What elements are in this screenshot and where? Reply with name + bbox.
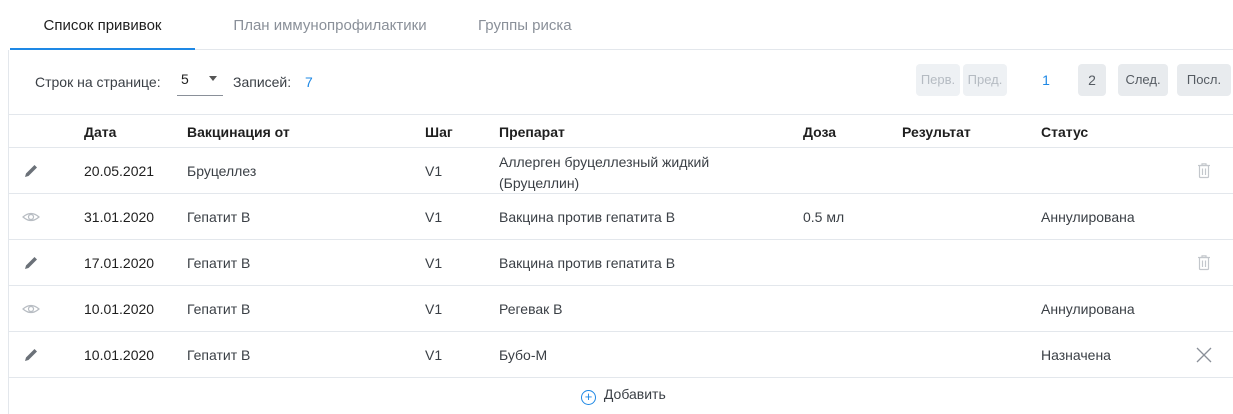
column-header-date[interactable]: Дата xyxy=(84,124,116,140)
table-toolbar: Строк на странице: 5 Записей: 7 Перв. Пр… xyxy=(9,50,1233,114)
next-page-button[interactable]: След. xyxy=(1118,64,1168,96)
cell-vaccination: Гепатит В xyxy=(187,255,251,271)
tab-bar: Список прививок План иммунопрофилактики … xyxy=(10,0,1233,50)
table-row[interactable]: 20.05.2021 Бруцеллез V1 Аллерген бруцелл… xyxy=(9,148,1233,194)
rows-per-page-value: 5 xyxy=(181,71,189,87)
tab-vaccination-list[interactable]: Список прививок xyxy=(10,0,195,50)
table-row[interactable]: 10.01.2020 Гепатит В V1 Регевак В Аннули… xyxy=(9,286,1233,332)
table-row[interactable]: 10.01.2020 Гепатит В V1 Бубо-М Назначена xyxy=(9,332,1233,378)
column-header-dose[interactable]: Доза xyxy=(803,124,836,140)
cell-step: V1 xyxy=(425,255,443,271)
cell-date: 17.01.2020 xyxy=(84,255,155,271)
cell-dose: 0.5 мл xyxy=(803,209,845,225)
cell-step: V1 xyxy=(425,301,443,317)
cell-drug: Аллерген бруцеллезный жидкий (Бруцеллин) xyxy=(499,154,710,191)
cell-date: 10.01.2020 xyxy=(84,347,155,363)
add-row: + Добавить xyxy=(9,378,1233,412)
column-header-status[interactable]: Статус xyxy=(1041,124,1088,140)
table-header: Дата Вакцинация от Шаг Препарат Доза Рез… xyxy=(9,114,1233,148)
cell-step: V1 xyxy=(425,163,443,179)
trash-icon[interactable] xyxy=(1195,253,1213,273)
tab-risk-groups[interactable]: Группы риска xyxy=(478,0,598,50)
rows-per-page-label: Строк на странице: xyxy=(35,74,161,90)
cell-step: V1 xyxy=(425,347,443,363)
eye-icon[interactable] xyxy=(21,208,41,226)
column-header-result[interactable]: Результат xyxy=(902,124,971,140)
vaccination-list-panel: Строк на странице: 5 Записей: 7 Перв. Пр… xyxy=(8,50,1233,414)
cell-drug: Регевак В xyxy=(499,301,563,317)
cell-drug: Вакцина против гепатита В xyxy=(499,255,676,271)
plus-circle-icon: + xyxy=(581,390,596,405)
page-2-button[interactable]: 2 xyxy=(1078,64,1106,96)
add-button-label: Добавить xyxy=(603,386,666,402)
close-icon[interactable] xyxy=(1195,345,1213,365)
add-button[interactable]: + Добавить xyxy=(581,386,666,406)
cell-vaccination: Гепатит В xyxy=(187,301,251,317)
table-row[interactable]: 17.01.2020 Гепатит В V1 Вакцина против г… xyxy=(9,240,1233,286)
cell-vaccination: Бруцеллез xyxy=(187,163,257,179)
page-1-button[interactable]: 1 xyxy=(1032,64,1060,96)
table-row[interactable]: 31.01.2020 Гепатит В V1 Вакцина против г… xyxy=(9,194,1233,240)
cell-drug: Бубо-М xyxy=(499,347,548,363)
cell-status: Назначена xyxy=(1041,347,1111,363)
trash-icon[interactable] xyxy=(1195,161,1213,181)
cell-vaccination: Гепатит В xyxy=(187,347,251,363)
rows-per-page-select[interactable]: 5 xyxy=(177,68,223,96)
column-header-step[interactable]: Шаг xyxy=(425,124,453,140)
cell-date: 31.01.2020 xyxy=(84,209,155,225)
caret-down-icon xyxy=(209,76,217,81)
first-page-button[interactable]: Перв. xyxy=(916,64,960,96)
pencil-icon[interactable] xyxy=(21,162,41,180)
prev-page-button[interactable]: Пред. xyxy=(963,64,1007,96)
column-header-vaccination[interactable]: Вакцинация от xyxy=(187,124,290,140)
cell-status: Аннулирована xyxy=(1041,209,1135,225)
records-count: 7 xyxy=(305,74,313,90)
cell-step: V1 xyxy=(425,209,443,225)
last-page-button[interactable]: Посл. xyxy=(1177,64,1231,96)
pencil-icon[interactable] xyxy=(21,346,41,364)
tab-immunoprophylaxis-plan[interactable]: План иммунопрофилактики xyxy=(215,0,445,50)
cell-status: Аннулирована xyxy=(1041,301,1135,317)
pencil-icon[interactable] xyxy=(21,254,41,272)
records-label: Записей: xyxy=(233,74,292,90)
cell-date: 10.01.2020 xyxy=(84,301,155,317)
cell-date: 20.05.2021 xyxy=(84,163,155,179)
cell-vaccination: Гепатит В xyxy=(187,209,251,225)
column-header-drug[interactable]: Препарат xyxy=(499,124,565,140)
cell-drug: Вакцина против гепатита В xyxy=(499,209,676,225)
eye-icon[interactable] xyxy=(21,300,41,318)
